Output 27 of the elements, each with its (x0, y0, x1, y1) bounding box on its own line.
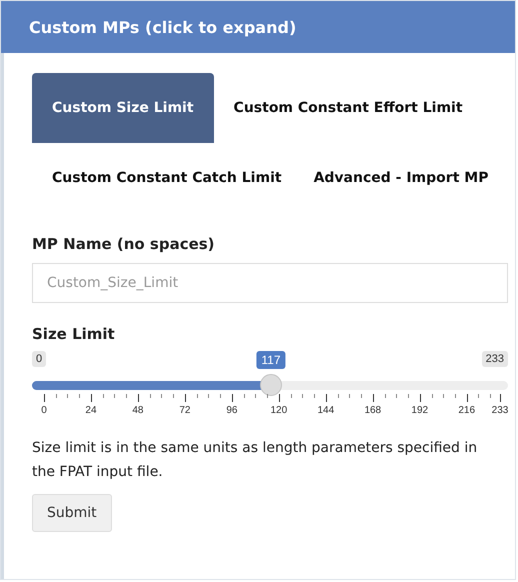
tick-label: 24 (85, 405, 97, 416)
value-label: 117 (256, 351, 286, 369)
help-text: Size limit is in the same units as length parameters specified in the FPAT input file. (32, 439, 478, 482)
panel-header[interactable]: Custom MPs (click to expand) (1, 1, 515, 53)
tick-label: 233 (492, 405, 508, 416)
tick-label: 120 (270, 405, 288, 416)
slider-track[interactable] (32, 381, 508, 390)
panel-title: Custom MPs (click to expand) (29, 18, 296, 36)
slider-label: Size Limit (32, 325, 116, 343)
tick-label: 48 (132, 405, 144, 416)
tick-label: 216 (458, 405, 476, 416)
tab[interactable]: Custom Size Limit (32, 73, 214, 143)
tab[interactable]: Custom Constant Effort Limit (214, 73, 475, 143)
tick-label: 96 (226, 405, 238, 416)
tick-label: 168 (364, 405, 382, 416)
submit-button[interactable]: Submit (32, 494, 112, 532)
max-label: 233 (482, 351, 508, 367)
slider-handle[interactable] (260, 374, 282, 396)
input-field[interactable]: Custom_Size_Limit (32, 263, 508, 303)
tick-label: 72 (179, 405, 190, 416)
tick-label: 144 (317, 405, 334, 416)
tick-label: 0 (41, 405, 47, 416)
min-label: 0 (32, 351, 46, 367)
tab[interactable]: Advanced - Import MP (294, 143, 500, 213)
tab[interactable]: Custom Constant Catch Limit (32, 143, 294, 213)
tick-label: 192 (411, 405, 428, 416)
field-label: MP Name (no spaces) (32, 235, 216, 253)
